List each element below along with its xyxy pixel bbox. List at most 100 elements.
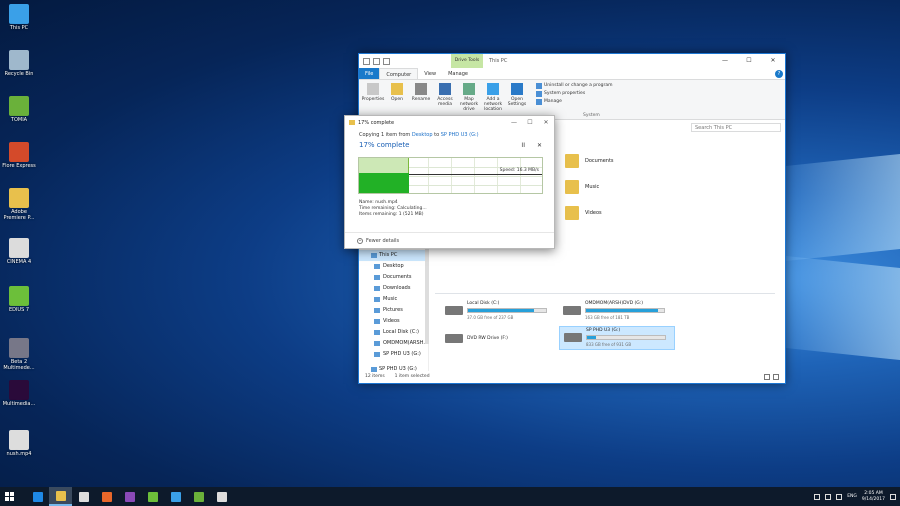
quick-access-icon[interactable] [363, 57, 370, 65]
tab-file[interactable]: File [359, 68, 380, 79]
nav-item[interactable]: This PC [359, 250, 428, 261]
desktop-icon[interactable]: Flore Express [2, 142, 36, 169]
folder-documents[interactable]: Documents [565, 154, 614, 168]
desktop-icon[interactable]: Recycle Bin [2, 50, 36, 77]
maximize-button[interactable]: ☐ [737, 54, 761, 68]
desktop-icon[interactable]: This PC [2, 4, 36, 31]
ribbon-button[interactable]: Add a network location [481, 82, 505, 119]
uninstall-program-button[interactable]: Uninstall or change a program [536, 82, 612, 90]
transfer-speed-graph: Speed: 16.3 MB/s [358, 157, 543, 194]
large-icons-view-icon[interactable] [773, 374, 779, 380]
drive-usage-bar [585, 308, 665, 313]
close-button[interactable]: ✕ [761, 54, 785, 68]
nav-item[interactable]: Music [359, 294, 428, 305]
drive-dvd-g[interactable]: OMDMOM(ARSH)DVD (G:) 163 GB free of 181 … [559, 300, 675, 324]
documents-nav-icon [374, 275, 380, 280]
desktop-icon[interactable]: Beta 2 Multimede... [2, 338, 36, 371]
taskbar-app[interactable] [95, 487, 118, 506]
dvd-nav-icon [374, 341, 380, 346]
drive-usage-bar [586, 335, 666, 340]
source-link[interactable]: Desktop [412, 132, 433, 138]
nav-item[interactable]: Desktop [359, 261, 428, 272]
copy-minimize-button[interactable]: — [506, 116, 522, 129]
quick-access-icon[interactable] [373, 57, 380, 65]
folder-music[interactable]: Music [565, 180, 599, 194]
action-center-icon[interactable] [890, 493, 896, 500]
tab-computer[interactable]: Computer [379, 68, 419, 79]
language-indicator[interactable]: ENG [847, 494, 857, 499]
desktop-icon[interactable]: nush.mp4 [2, 430, 36, 457]
desktop-icon[interactable]: Adobe Premiere P... [2, 188, 36, 221]
ribbon-button[interactable]: Open [385, 82, 409, 119]
taskbar-app[interactable] [26, 487, 49, 506]
open-icon [391, 83, 403, 95]
search-box[interactable]: Search This PC [691, 122, 781, 132]
destination-link[interactable]: SP PHD U3 (G:) [441, 132, 479, 138]
folder-videos[interactable]: Videos [565, 206, 602, 220]
details-view-icon[interactable] [764, 374, 770, 380]
navigation-pane: This PC Desktop Documents Downloads Music Pic… [359, 250, 429, 372]
fewer-details-toggle[interactable]: ^ Fewer details [345, 232, 554, 248]
taskbar-app[interactable] [210, 487, 233, 506]
tab-manage[interactable]: Manage [442, 68, 474, 79]
desktop-icon[interactable]: CINEMA 4 [2, 238, 36, 265]
copy-close-button[interactable]: ✕ [538, 116, 554, 129]
this-pc-nav-icon [371, 253, 377, 258]
nav-item[interactable]: Local Disk (C:) [359, 327, 428, 338]
nav-item[interactable]: Downloads [359, 283, 428, 294]
percent-complete: 17% complete [359, 141, 410, 149]
clock[interactable]: 2:05 AM 9/14/2017 [862, 491, 885, 503]
nav-item[interactable]: OMDMOM(ARSH... [359, 338, 428, 349]
drive-sp-phd-u3-g[interactable]: SP PHD U3 (G:) 833 GB free of 931 GB [559, 326, 675, 350]
videos-nav-icon [374, 319, 380, 324]
premiere-taskbar-icon [124, 491, 135, 502]
start-button[interactable] [0, 487, 18, 506]
firefox-icon [101, 491, 112, 502]
taskbar-app[interactable] [187, 487, 210, 506]
ribbon-button[interactable]: Map network drive [457, 82, 481, 119]
taskbar-app[interactable] [72, 487, 95, 506]
help-button[interactable]: ? [775, 70, 783, 78]
system-properties-button[interactable]: System properties [536, 90, 612, 98]
cancel-copy-button[interactable]: ✕ [537, 142, 542, 149]
nav-scrollbar[interactable] [425, 244, 429, 344]
ribbon-button[interactable]: Open Settings [505, 82, 529, 119]
volume-icon[interactable] [836, 493, 843, 500]
drive-local-disk-c[interactable]: Local Disk (C:) 37.0 GB free of 237 GB [441, 300, 557, 324]
desktop-icon[interactable]: TOMIA [2, 96, 36, 123]
item-count: 12 items [365, 374, 385, 379]
ribbon-button[interactable]: Properties [361, 82, 385, 119]
network-icon[interactable] [825, 493, 832, 500]
taskbar-app[interactable] [118, 487, 141, 506]
desktop-icon[interactable]: Multimedia... [2, 380, 36, 407]
store-icon [78, 491, 89, 502]
notification-chevron-icon[interactable] [814, 493, 821, 500]
windows-logo-icon [4, 492, 14, 501]
usb-drive-icon [564, 333, 582, 342]
nav-item[interactable]: Documents [359, 272, 428, 283]
copy-maximize-button[interactable]: ☐ [522, 116, 538, 129]
desktop-icon[interactable]: EDIUS 7 [2, 286, 36, 313]
tab-view[interactable]: View [418, 68, 442, 79]
local-disk-nav-icon [374, 330, 380, 335]
taskbar-app[interactable] [141, 487, 164, 506]
quick-access-icon[interactable] [383, 57, 390, 65]
minimize-button[interactable]: — [713, 54, 737, 68]
hard-drive-icon [563, 306, 581, 315]
nav-item[interactable]: SP PHD U3 (G:) [359, 349, 428, 360]
copy-dialog-title: 17% complete [358, 119, 395, 126]
taskbar-app[interactable] [49, 487, 72, 506]
manage-button[interactable]: Manage [536, 98, 612, 106]
nav-item[interactable]: Pictures [359, 305, 428, 316]
devices-section-divider [435, 293, 775, 294]
drive-dvd-rw-f[interactable]: DVD RW Drive (F:) [441, 328, 557, 352]
taskbar-app[interactable] [164, 487, 187, 506]
ribbon-button[interactable]: Access media [433, 82, 457, 119]
pause-button[interactable]: II [521, 142, 525, 149]
ribbon-button[interactable]: Rename [409, 82, 433, 119]
system-group-label: System [583, 113, 600, 118]
explorer-window-controls: — ☐ ✕ [713, 54, 785, 68]
nav-item[interactable]: Videos [359, 316, 428, 327]
drive-tools-contextual-tab[interactable]: Drive Tools [451, 54, 483, 68]
desktop-icon-label: This PC [9, 25, 29, 31]
